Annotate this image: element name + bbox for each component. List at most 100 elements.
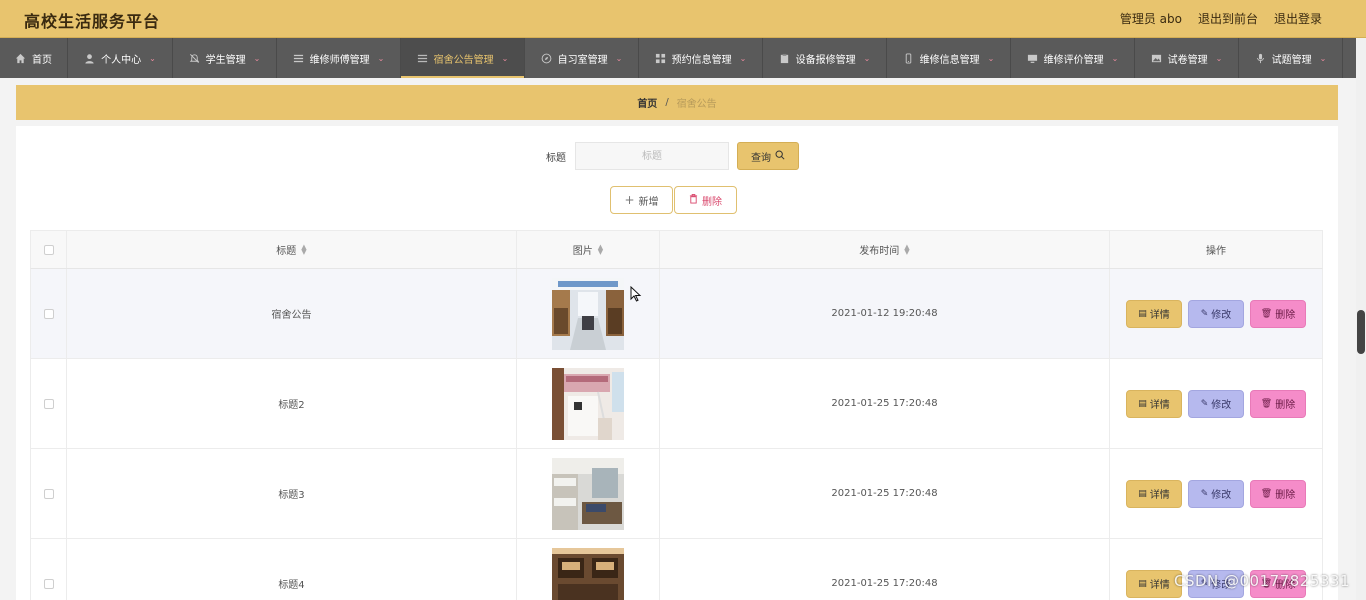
delete-label: 删除: [1275, 310, 1296, 321]
breadcrumb: 首页 / 宿舍公告: [16, 85, 1338, 120]
nav-question-management[interactable]: 试题管理 ⌄: [1239, 38, 1343, 78]
dorm-photo[interactable]: [552, 367, 624, 440]
nav-exam-paper-management[interactable]: 试卷管理 ⌄: [1135, 38, 1239, 78]
detail-button[interactable]: ▤ 详情: [1126, 479, 1182, 508]
compass-icon: [541, 53, 552, 64]
delete-button[interactable]: 🗑 删除: [1250, 479, 1306, 508]
nav-label: 预约信息管理: [671, 54, 732, 66]
breadcrumb-home[interactable]: 首页: [637, 95, 657, 110]
column-label: 操作: [1206, 246, 1226, 257]
nav-booking-management[interactable]: 预约信息管理 ⌄: [639, 38, 763, 78]
row-checkbox[interactable]: [43, 398, 54, 409]
time-cell: 2021-01-25 17:20:48: [660, 359, 1110, 448]
dorm-photo[interactable]: [552, 547, 624, 600]
trash-icon: 🗑: [1260, 488, 1273, 499]
search-input[interactable]: [575, 142, 729, 170]
time-cell: 2021-01-12 19:20:48: [660, 269, 1110, 358]
search-row: 标题 查询: [16, 142, 1338, 170]
pencil-icon: ✎: [1200, 398, 1209, 409]
row-check-cell: [31, 269, 67, 358]
detail-label: 详情: [1149, 580, 1170, 591]
nav-label: 个人中心: [101, 54, 142, 66]
edit-label: 修改: [1211, 310, 1232, 321]
edit-button[interactable]: ✎ 修改: [1188, 479, 1244, 508]
nav-home[interactable]: 首页: [0, 38, 68, 78]
picture-icon: [1151, 53, 1162, 64]
nav-label: 自习室管理: [557, 54, 608, 66]
select-all-checkbox[interactable]: [43, 244, 54, 255]
admin-label: 管理员 abo: [1119, 12, 1182, 26]
edit-label: 修改: [1211, 400, 1232, 411]
search-label: 标题: [546, 153, 566, 164]
dorm-photo[interactable]: [552, 457, 624, 530]
actions-cell: ▤ 详情 ✎ 修改 🗑 删除: [1110, 359, 1322, 448]
edit-button[interactable]: ✎ 修改: [1188, 389, 1244, 418]
plus-icon: +: [624, 193, 635, 207]
actions-cell: ▤ 详情 ✎ 修改 🗑 删除: [1110, 539, 1322, 600]
trash-icon: 🗑: [1260, 398, 1273, 409]
watermark: CSDN @00177825331: [1173, 572, 1350, 590]
nav-repair-review-management[interactable]: 维修评价管理 ⌄: [1011, 38, 1135, 78]
sort-icon[interactable]: ▲ ▼: [904, 243, 909, 255]
nav-student-management[interactable]: 学生管理 ⌄: [173, 38, 277, 78]
nav-personal-center[interactable]: 个人中心 ⌄: [68, 38, 173, 78]
sort-icon[interactable]: ▲ ▼: [598, 243, 603, 255]
select-all-cell: [31, 231, 67, 268]
batch-delete-label: 删除: [702, 196, 722, 208]
chevron-down-icon: ⌄: [501, 53, 509, 63]
nav-repair-request-management[interactable]: 设备报修管理 ⌄: [763, 38, 887, 78]
breadcrumb-current: 宿舍公告: [676, 99, 717, 110]
nav-label: 学生管理: [205, 54, 246, 66]
microphone-icon: [1255, 53, 1266, 64]
page-scrollbar[interactable]: [1356, 38, 1366, 600]
image-cell: [517, 359, 660, 448]
chevron-down-icon: ⌄: [1319, 53, 1327, 63]
nav-label: 试卷管理: [1167, 54, 1208, 66]
nav-repairman-management[interactable]: 维修师傅管理 ⌄: [277, 38, 401, 78]
delete-button[interactable]: 🗑 删除: [1250, 299, 1306, 328]
column-label: 发布时间: [859, 246, 900, 257]
header-links: 管理员 abo 退出到前台 退出登录: [1120, 10, 1322, 27]
sort-icon[interactable]: ▲ ▼: [301, 243, 306, 255]
query-button-label: 查询: [751, 152, 771, 164]
delete-label: 删除: [1275, 400, 1296, 411]
column-header-time[interactable]: 发布时间 ▲ ▼: [660, 231, 1110, 268]
row-checkbox[interactable]: [43, 578, 54, 589]
logout-link[interactable]: 退出登录: [1274, 10, 1322, 27]
row-check-cell: [31, 539, 67, 600]
detail-button[interactable]: ▤ 详情: [1126, 389, 1182, 418]
back-to-front-link[interactable]: 退出到前台: [1198, 10, 1258, 27]
nav-study-room-management[interactable]: 自习室管理 ⌄: [525, 38, 639, 78]
top-header: 高校生活服务平台 管理员 abo 退出到前台 退出登录: [0, 0, 1366, 38]
nav-dorm-notice-management[interactable]: 宿舍公告管理 ⌄: [401, 38, 525, 78]
column-header-image[interactable]: 图片 ▲ ▼: [517, 231, 660, 268]
title-cell: 宿舍公告: [67, 269, 517, 358]
chevron-down-icon: ⌄: [739, 53, 747, 63]
document-icon: ▤: [1138, 308, 1147, 319]
nav-label: 维修师傅管理: [309, 54, 370, 66]
nav-label: 宿舍公告管理: [433, 54, 494, 66]
title-cell: 标题2: [67, 359, 517, 448]
edit-button[interactable]: ✎ 修改: [1188, 299, 1244, 328]
row-checkbox[interactable]: [43, 488, 54, 499]
query-button[interactable]: 查询: [737, 142, 799, 170]
table-row: 标题4 2021-01-25 17:20:48 ▤ 详情 ✎ 修改 🗑 删除: [30, 539, 1323, 600]
delete-button[interactable]: 🗑 删除: [1250, 389, 1306, 418]
scrollbar-thumb[interactable]: [1357, 310, 1365, 354]
nav-label: 维修评价管理: [1043, 54, 1104, 66]
image-cell: [517, 539, 660, 600]
detail-label: 详情: [1149, 400, 1170, 411]
nav-repair-info-management[interactable]: 维修信息管理 ⌄: [887, 38, 1011, 78]
column-label: 标题: [276, 246, 297, 257]
column-header-title[interactable]: 标题 ▲ ▼: [67, 231, 517, 268]
time-cell: 2021-01-25 17:20:48: [660, 449, 1110, 538]
dorm-photo[interactable]: [552, 277, 624, 350]
detail-button[interactable]: ▤ 详情: [1126, 299, 1182, 328]
add-button[interactable]: + 新增: [610, 186, 673, 214]
batch-delete-button[interactable]: 删除: [674, 186, 737, 214]
chevron-down-icon: ⌄: [377, 53, 385, 63]
row-checkbox[interactable]: [43, 308, 54, 319]
pencil-icon: ✎: [1200, 308, 1209, 319]
title-cell: 标题3: [67, 449, 517, 538]
clipboard-icon: [779, 53, 790, 64]
